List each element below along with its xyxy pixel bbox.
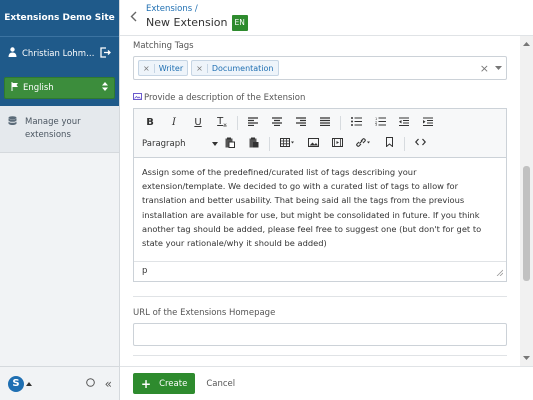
page-title: New Extension — [146, 16, 228, 29]
tags-input[interactable]: × Writer × Documentation × — [133, 56, 507, 80]
sidebar-item-label: Manage your extensions — [25, 117, 81, 140]
site-title: Extensions Demo Site — [0, 0, 119, 36]
language-badge: EN — [231, 15, 248, 31]
align-right-icon[interactable] — [289, 116, 313, 129]
sidebar-item-manage-extensions[interactable]: Manage your extensions — [0, 106, 119, 153]
url-input[interactable] — [133, 323, 507, 346]
scroll-up-icon[interactable] — [523, 39, 530, 49]
format-select[interactable]: Paragraph — [138, 139, 218, 149]
breadcrumb[interactable]: Extensions / — [146, 4, 248, 15]
align-justify-icon[interactable] — [313, 116, 337, 129]
italic-icon[interactable]: I — [162, 117, 186, 128]
image-icon — [133, 93, 142, 103]
tag-label: Documentation — [211, 63, 274, 73]
scrollbar[interactable] — [520, 36, 533, 366]
tag-chip[interactable]: × Writer — [138, 60, 189, 76]
user-name: Christian Lohm… — [22, 48, 95, 59]
numbered-list-icon[interactable]: 123 — [368, 117, 392, 129]
tags-label: Matching Tags — [133, 41, 194, 51]
clear-format-icon[interactable]: Tx — [210, 116, 234, 129]
link-icon[interactable] — [349, 137, 377, 150]
paste-text-icon[interactable] — [242, 137, 266, 151]
create-button[interactable]: + Create — [133, 373, 196, 394]
format-value: Paragraph — [142, 138, 186, 149]
chevron-down-icon[interactable] — [495, 63, 502, 73]
remove-tag-icon[interactable]: × — [196, 63, 208, 73]
bold-icon[interactable]: B — [138, 117, 162, 128]
scrollbar-thumb[interactable] — [523, 166, 530, 281]
outdent-icon[interactable] — [392, 116, 416, 129]
logout-icon[interactable] — [100, 46, 111, 61]
indent-icon[interactable] — [416, 116, 440, 129]
underline-icon[interactable]: U — [186, 117, 210, 128]
form-footer: + Create Cancel — [120, 366, 533, 400]
language-value: English — [23, 83, 54, 93]
header: Extensions / New Extension EN — [120, 0, 533, 36]
remove-tag-icon[interactable]: × — [143, 63, 155, 73]
sidebar: Extensions Demo Site Christian Lohm… Eng… — [0, 0, 120, 400]
flag-icon — [11, 82, 19, 94]
cancel-button[interactable]: Cancel — [206, 379, 235, 389]
bookmark-icon[interactable] — [377, 137, 401, 150]
editor-statusbar: p — [134, 261, 506, 281]
paste-icon[interactable] — [218, 137, 242, 151]
description-label: Provide a description of the Extension — [144, 93, 306, 103]
align-left-icon[interactable] — [241, 116, 265, 129]
main-panel: Extensions / New Extension EN Matching T… — [120, 0, 533, 400]
element-path[interactable]: p — [142, 266, 147, 276]
description-label-row: Provide a description of the Extension — [133, 93, 507, 103]
user-menu[interactable]: Christian Lohm… — [0, 36, 119, 70]
plus-icon: + — [141, 376, 152, 391]
url-label: URL of the Extensions Homepage — [133, 308, 276, 318]
circle-icon[interactable] — [85, 377, 95, 390]
back-icon[interactable] — [130, 11, 137, 25]
form-content: Matching Tags × Writer × Documentation × P… — [120, 36, 520, 366]
app-logo[interactable]: S — [8, 375, 24, 392]
collapse-sidebar-icon[interactable]: « — [105, 377, 112, 391]
database-icon — [8, 116, 17, 142]
image-insert-icon[interactable] — [301, 137, 325, 150]
user-icon — [8, 47, 17, 60]
scroll-down-icon[interactable] — [523, 353, 530, 363]
svg-text:3: 3 — [375, 123, 377, 126]
divider — [133, 296, 507, 297]
tag-chip[interactable]: × Documentation — [191, 60, 279, 76]
rich-text-editor: B I U Tx 123 Paragraph Assign some of th… — [133, 108, 507, 282]
language-select[interactable]: English — [4, 77, 115, 99]
editor-toolbar: B I U Tx 123 Paragraph — [134, 109, 506, 158]
resize-handle-icon[interactable] — [496, 269, 504, 279]
editor-body[interactable]: Assign some of the predefined/curated li… — [134, 158, 506, 257]
caret-up-icon[interactable] — [26, 379, 32, 389]
table-icon[interactable] — [273, 137, 301, 150]
clear-icon[interactable]: × — [480, 62, 489, 75]
media-icon[interactable] — [325, 137, 349, 150]
divider — [133, 355, 507, 356]
tag-label: Writer — [158, 63, 184, 73]
source-code-icon[interactable] — [408, 138, 432, 149]
sort-icon — [102, 82, 108, 94]
align-center-icon[interactable] — [265, 116, 289, 129]
create-label: Create — [159, 378, 188, 389]
bullet-list-icon[interactable] — [344, 116, 368, 129]
